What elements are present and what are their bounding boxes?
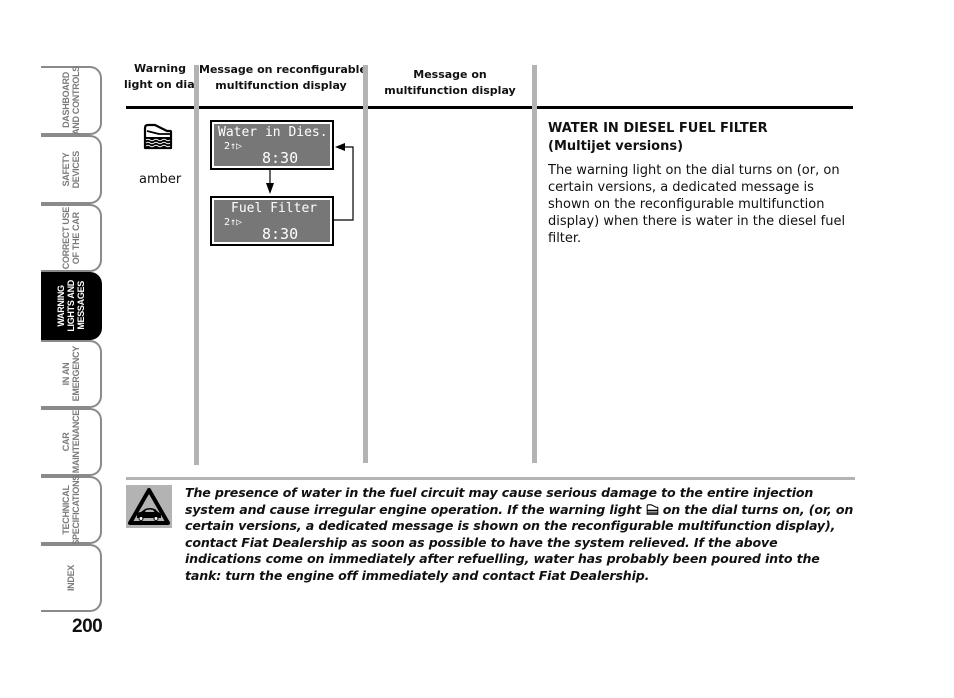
header-multifunction-display: Message on multifunction display [384, 68, 516, 97]
tab-correct-use-of-the-car[interactable]: CORRECT USE OF THE CAR [41, 204, 102, 272]
lcd-clock: 8:30 [262, 149, 299, 167]
lcd-gear-indicator: 2↑▷ [224, 141, 243, 152]
lcd-message: Fuel Filter [231, 201, 318, 216]
header-rule [126, 106, 853, 109]
warning-triangle-car-icon [126, 485, 172, 528]
tab-safety-devices[interactable]: SAFETY DEVICES [41, 135, 102, 204]
section-separator [126, 477, 855, 480]
display-cycle-arrows [266, 143, 354, 221]
header-warning-light: Warning light on dial [124, 62, 199, 91]
tab-label: SAFETY DEVICES [60, 150, 81, 189]
tab-label: TECHNICAL SPECIFICATIONS [60, 474, 81, 546]
lcd-gear-indicator: 2↑▷ [224, 217, 243, 228]
page-number: 200 [72, 616, 103, 637]
warning-note-text: The presence of water in the fuel circui… [185, 485, 855, 584]
tab-index[interactable]: INDEX [41, 544, 102, 612]
tab-car-maintenance[interactable]: CAR MAINTENANCE [41, 408, 102, 476]
warning-light-color: amber [139, 172, 182, 187]
lcd-message: Water in Dies. [218, 125, 328, 140]
warning-title-block: WATER IN DIESEL FUEL FILTER (Multijet ve… [548, 120, 768, 156]
water-in-fuel-icon [143, 123, 173, 150]
column-divider [363, 65, 368, 463]
column-divider [532, 65, 537, 463]
lcd-display-water-in-diesel: Water in Dies. 2↑▷ 8:30 [210, 120, 334, 170]
tab-label: INDEX [65, 564, 76, 591]
water-in-fuel-icon [646, 503, 658, 515]
tab-label: DASHBOARD AND CONTROLS [60, 66, 81, 135]
tab-label: CAR MAINTENANCE [60, 410, 81, 474]
tab-label: WARNING LIGHTS AND MESSAGES [55, 280, 86, 332]
arrow-return-line [334, 146, 354, 221]
lcd-display-fuel-filter: Fuel Filter 2↑▷ 8:30 [210, 196, 334, 246]
header-reconfigurable-display: Message on reconfigurable multifunction … [199, 63, 367, 92]
warning-title: WATER IN DIESEL FUEL FILTER [548, 121, 768, 136]
tab-warning-lights-and-messages[interactable]: WARNING LIGHTS AND MESSAGES [41, 272, 102, 340]
tab-label: CORRECT USE OF THE CAR [60, 206, 81, 270]
arrow-return-head [335, 143, 345, 151]
warning-subtitle: (Multijet versions) [548, 139, 684, 154]
lcd-clock: 8:30 [262, 225, 299, 243]
arrow-down-head [266, 183, 274, 194]
tab-label: IN AN EMERGENCY [60, 346, 81, 402]
column-divider [194, 65, 199, 465]
warning-description: The warning light on the dial turns on (… [548, 163, 846, 246]
tab-dashboard-and-controls[interactable]: DASHBOARD AND CONTROLS [41, 66, 102, 135]
tab-in-an-emergency[interactable]: IN AN EMERGENCY [41, 340, 102, 408]
tab-technical-specifications[interactable]: TECHNICAL SPECIFICATIONS [41, 474, 102, 546]
